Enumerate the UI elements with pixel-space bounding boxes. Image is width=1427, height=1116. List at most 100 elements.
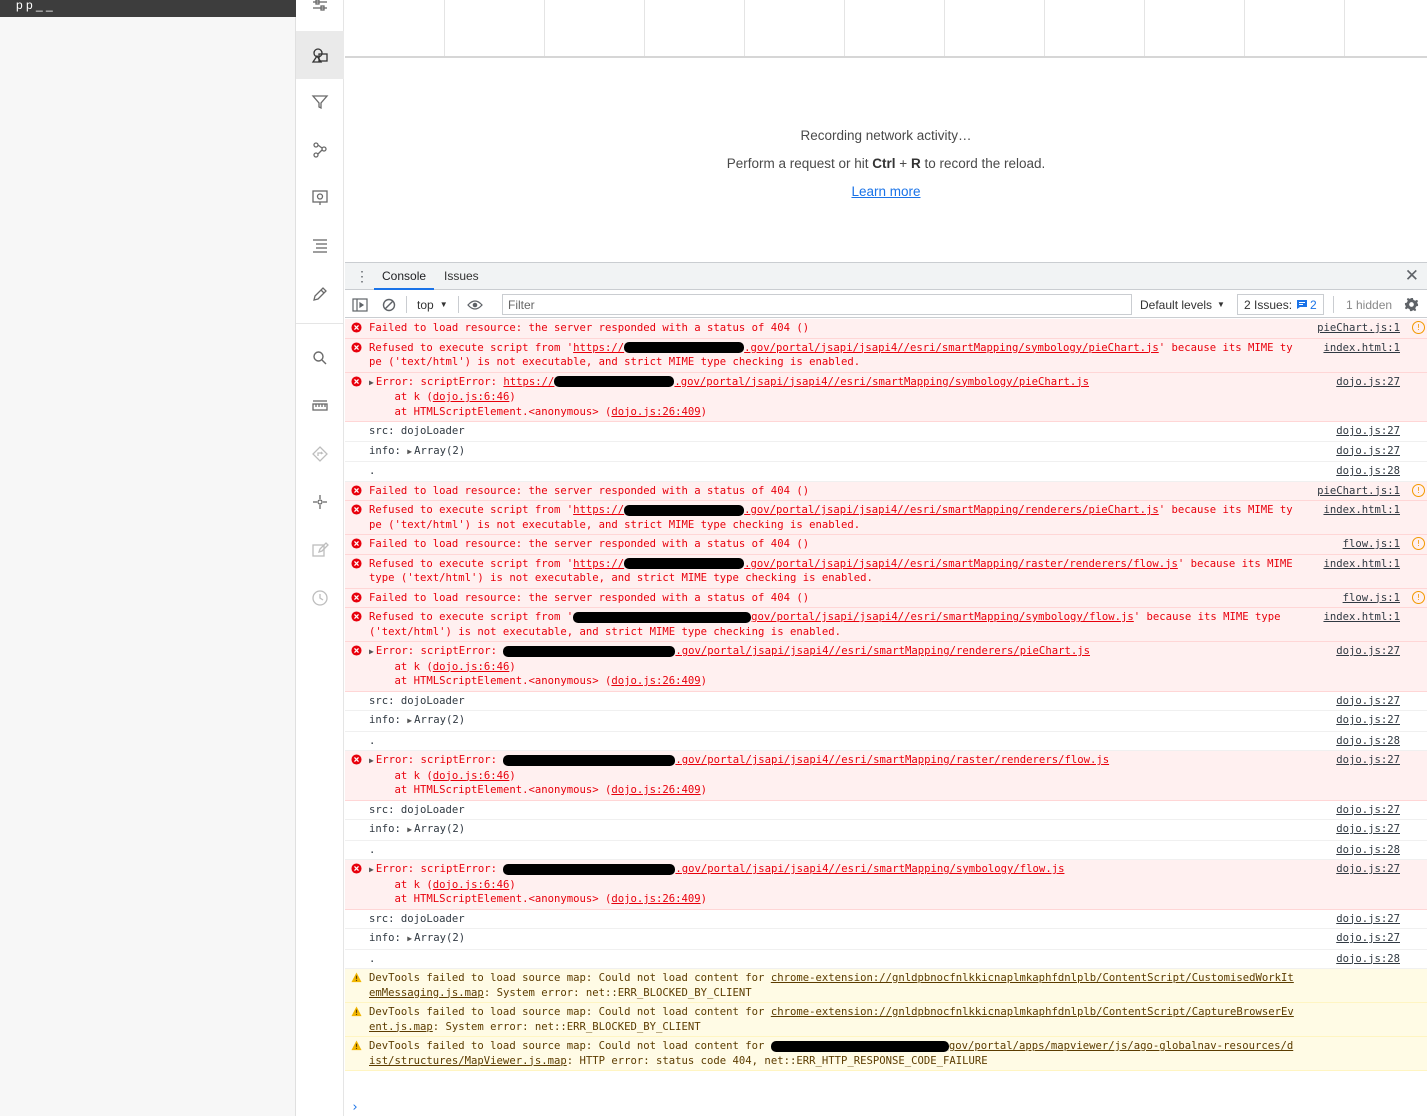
- close-drawer-icon[interactable]: ✕: [1405, 266, 1419, 286]
- message-url[interactable]: https://: [503, 376, 554, 388]
- location-crosshair-icon[interactable]: [296, 478, 344, 526]
- message-url[interactable]: .gov/portal/jsapi/jsapi4//esri/smartMapp…: [744, 558, 1178, 570]
- eye-icon[interactable]: [467, 291, 483, 318]
- source-link[interactable]: dojo.js:27: [1336, 644, 1400, 659]
- log-levels-dropdown[interactable]: Default levels ▼: [1140, 291, 1225, 318]
- expand-triangle-icon[interactable]: ▶: [369, 376, 374, 391]
- error-icon: [351, 591, 362, 603]
- stack-frame-link[interactable]: dojo.js:6:46: [433, 661, 510, 673]
- console-message-warning: DevTools failed to load source map: Coul…: [345, 1037, 1427, 1071]
- source-link[interactable]: dojo.js:27: [1336, 753, 1400, 768]
- stack-frame-link[interactable]: dojo.js:26:409: [611, 406, 700, 418]
- console-message-log: info: ▶ Array(2) dojo.js:27: [345, 442, 1427, 462]
- message-url[interactable]: .gov/portal/jsapi/jsapi4//esri/smartMapp…: [675, 645, 1090, 657]
- map-settings-icon[interactable]: [296, 174, 344, 222]
- source-link[interactable]: dojo.js:27: [1336, 803, 1400, 818]
- message-url[interactable]: .gov/portal/jsapi/jsapi4//esri/smartMapp…: [744, 504, 1159, 516]
- message-icon: [1297, 300, 1308, 309]
- more-options-icon[interactable]: ⋮: [355, 269, 369, 285]
- source-link[interactable]: index.html:1: [1323, 341, 1400, 356]
- issue-flag-icon[interactable]: !: [1412, 483, 1425, 497]
- tool-strip: [296, 0, 344, 1116]
- console-prompt-icon[interactable]: ›: [351, 1100, 359, 1115]
- source-link[interactable]: dojo.js:27: [1336, 375, 1400, 390]
- source-link[interactable]: index.html:1: [1323, 610, 1400, 625]
- source-link[interactable]: flow.js:1: [1343, 537, 1400, 552]
- array-preview[interactable]: Array(2): [414, 823, 465, 835]
- stack-frame-link[interactable]: dojo.js:6:46: [433, 770, 510, 782]
- expand-triangle-icon[interactable]: ▶: [407, 714, 412, 729]
- message-url[interactable]: gov/portal/jsapi/jsapi4//esri/smartMappi…: [751, 611, 1134, 623]
- sliders-icon[interactable]: [296, 0, 344, 30]
- expand-triangle-icon[interactable]: ▶: [369, 754, 374, 769]
- source-link[interactable]: dojo.js:27: [1336, 444, 1400, 459]
- source-link[interactable]: dojo.js:28: [1336, 843, 1400, 858]
- sidebar-toggle-icon[interactable]: [352, 291, 368, 318]
- source-link[interactable]: index.html:1: [1323, 503, 1400, 518]
- stack-frame-link[interactable]: dojo.js:6:46: [433, 879, 510, 891]
- message-url[interactable]: https://: [573, 342, 624, 354]
- expand-triangle-icon[interactable]: ▶: [369, 645, 374, 660]
- source-link[interactable]: flow.js:1: [1343, 591, 1400, 606]
- expand-triangle-icon[interactable]: ▶: [407, 932, 412, 947]
- search-icon[interactable]: [296, 334, 344, 382]
- issue-flag-icon[interactable]: !: [1412, 321, 1425, 334]
- issue-flag-icon[interactable]: !: [1412, 590, 1425, 604]
- issues-button[interactable]: 2 Issues: 2: [1237, 294, 1324, 315]
- console-message-log: . dojo.js:28: [345, 732, 1427, 751]
- message-text: info:: [369, 823, 408, 835]
- message-url[interactable]: https://: [573, 504, 624, 516]
- console-message-log: info: ▶ Array(2) dojo.js:27: [345, 820, 1427, 841]
- source-link[interactable]: pieChart.js:1: [1317, 321, 1400, 336]
- source-link[interactable]: dojo.js:27: [1336, 424, 1400, 439]
- message-url[interactable]: .gov/portal/jsapi/jsapi4//esri/smartMapp…: [675, 863, 1064, 875]
- expand-triangle-icon[interactable]: ▶: [369, 863, 374, 878]
- stack-frame-link[interactable]: dojo.js:26:409: [611, 784, 700, 796]
- filter-icon[interactable]: [296, 78, 344, 126]
- hint-suffix: to record the reload.: [920, 156, 1046, 171]
- shapes-icon[interactable]: [296, 31, 344, 79]
- message-text: Refused to execute script from ': [369, 611, 574, 623]
- array-preview[interactable]: Array(2): [414, 714, 465, 726]
- source-link[interactable]: dojo.js:28: [1336, 952, 1400, 967]
- source-link[interactable]: dojo.js:27: [1336, 931, 1400, 946]
- message-url[interactable]: .gov/portal/jsapi/jsapi4//esri/smartMapp…: [674, 376, 1089, 388]
- legend-list-icon[interactable]: [296, 222, 344, 270]
- source-link[interactable]: dojo.js:27: [1336, 912, 1400, 927]
- message-url[interactable]: .gov/portal/jsapi/jsapi4//esri/smartMapp…: [744, 342, 1159, 354]
- array-preview[interactable]: Array(2): [414, 445, 465, 457]
- expand-triangle-icon[interactable]: ▶: [407, 823, 412, 838]
- context-selector[interactable]: top ▼: [417, 291, 448, 318]
- issue-flag-icon[interactable]: !: [1412, 537, 1425, 550]
- message-url[interactable]: https://: [573, 558, 624, 570]
- measure-icon[interactable]: [296, 382, 344, 430]
- tab-issues[interactable]: Issues: [436, 263, 487, 290]
- source-link[interactable]: dojo.js:28: [1336, 734, 1400, 749]
- message-url[interactable]: .gov/portal/jsapi/jsapi4//esri/smartMapp…: [675, 754, 1109, 766]
- tab-console[interactable]: Console: [374, 263, 435, 290]
- source-link[interactable]: dojo.js:27: [1336, 822, 1400, 837]
- clear-console-icon[interactable]: [382, 291, 396, 318]
- source-link[interactable]: dojo.js:28: [1336, 464, 1400, 479]
- message-text: DevTools failed to load source map: Coul…: [369, 1006, 771, 1018]
- waterfall-column: [1245, 0, 1345, 56]
- settings-gear-icon[interactable]: [1404, 291, 1419, 318]
- source-link[interactable]: dojo.js:27: [1336, 694, 1400, 709]
- message-text: src: dojoLoader: [369, 425, 465, 437]
- console-filter-input[interactable]: [502, 294, 1132, 315]
- learn-more-link[interactable]: Learn more: [851, 184, 920, 199]
- expand-triangle-icon[interactable]: ▶: [407, 445, 412, 460]
- array-preview[interactable]: Array(2): [414, 932, 465, 944]
- source-link[interactable]: index.html:1: [1323, 557, 1400, 572]
- stack-frame-link[interactable]: dojo.js:26:409: [611, 893, 700, 905]
- message-text: Error: scriptError:: [375, 375, 504, 388]
- source-link[interactable]: dojo.js:27: [1336, 862, 1400, 877]
- source-link[interactable]: pieChart.js:1: [1317, 484, 1400, 499]
- source-link[interactable]: dojo.js:27: [1336, 713, 1400, 728]
- message-text: Refused to execute script from ': [369, 504, 574, 516]
- stack-frame-link[interactable]: dojo.js:26:409: [611, 675, 700, 687]
- sketch-pen-icon[interactable]: [296, 270, 344, 318]
- error-icon: [351, 341, 362, 353]
- stack-frame-link[interactable]: dojo.js:6:46: [433, 391, 510, 403]
- analysis-icon[interactable]: [296, 126, 344, 174]
